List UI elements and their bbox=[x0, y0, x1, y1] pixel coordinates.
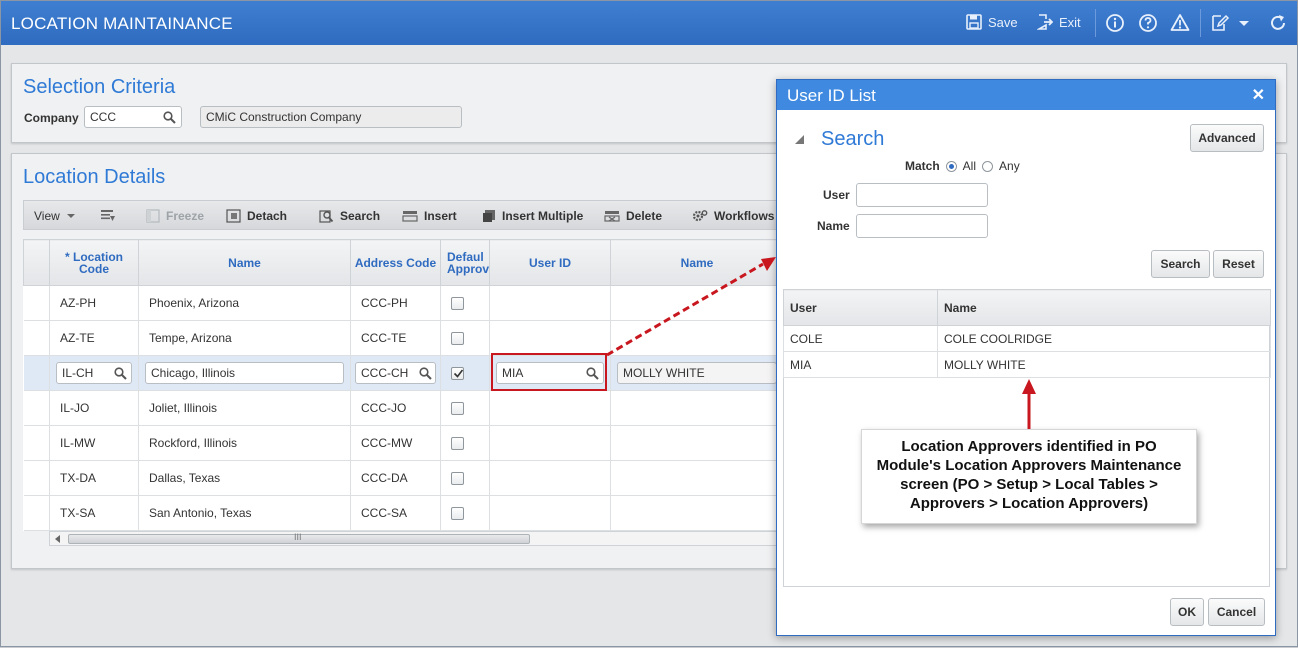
dashed-arrow-line bbox=[606, 262, 764, 357]
annotation-arrows bbox=[606, 257, 1036, 429]
arrow-head-icon bbox=[761, 257, 776, 271]
callout-arrow-head-icon bbox=[1022, 379, 1036, 394]
app-window: LOCATION MAINTAINANCE Save Exit Selectio… bbox=[0, 0, 1298, 647]
